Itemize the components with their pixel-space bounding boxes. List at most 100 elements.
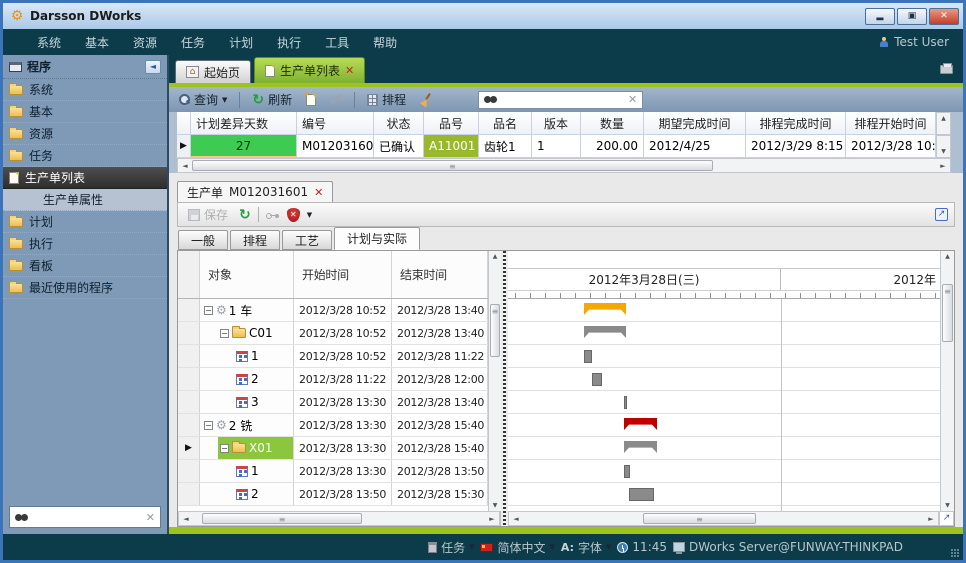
tree-object-cell[interactable]: − ⚙ 1 车: [200, 299, 294, 321]
goto-task-icon[interactable]: ↗: [939, 511, 954, 526]
menu-basic[interactable]: 基本: [73, 34, 121, 51]
sidebar-item-execute[interactable]: 执行: [3, 233, 167, 255]
gantt-horizontal-scrollbar[interactable]: ◄ ≡ ►: [508, 511, 939, 526]
tree-expander-icon[interactable]: −: [220, 329, 229, 338]
tab-general[interactable]: 一般: [178, 230, 228, 250]
sidebar-item-recent-programs[interactable]: 最近使用的程序: [3, 277, 167, 299]
col-status[interactable]: 状态: [374, 112, 424, 135]
toolbar-search-clear-icon[interactable]: ✕: [628, 93, 637, 106]
tree-object-cell[interactable]: − X01: [200, 437, 294, 459]
new-button[interactable]: [302, 93, 320, 107]
gantt-bar-task[interactable]: [624, 396, 627, 409]
tree-object-cell[interactable]: 2: [200, 483, 294, 505]
status-task-menu[interactable]: 任务 ▼: [428, 539, 474, 556]
tree-row[interactable]: 1 2012/3/28 13:30 2012/3/28 13:50: [178, 460, 488, 483]
tree-row[interactable]: 2 2012/3/28 13:50 2012/3/28 15:30: [178, 483, 488, 506]
col-start-time[interactable]: 开始时间: [294, 251, 392, 298]
gantt-bar-task[interactable]: [624, 465, 630, 478]
org-chart-icon[interactable]: [266, 210, 280, 220]
sidebar-item-kanban[interactable]: 看板: [3, 255, 167, 277]
tree-expander-icon[interactable]: −: [220, 444, 229, 453]
menu-plan[interactable]: 计划: [217, 34, 265, 51]
chevron-down-icon[interactable]: ▼: [307, 211, 312, 219]
col-item-name[interactable]: 品名: [479, 112, 532, 135]
order-row[interactable]: ▶ 27 M012031601 已确认 A11001 齿轮1 1 200.00 …: [177, 135, 951, 158]
tab-production-order-list[interactable]: 生产单列表 ✕: [254, 57, 365, 83]
tab-home[interactable]: ⌂ 起始页: [175, 60, 251, 83]
gantt-plot[interactable]: [508, 299, 940, 511]
grid-horizontal-scrollbar[interactable]: ◄ ≡ ►: [177, 158, 951, 173]
open-in-window-icon[interactable]: ↗: [935, 208, 948, 221]
save-button[interactable]: 保存: [184, 205, 232, 224]
tree-row[interactable]: 3 2012/3/28 13:30 2012/3/28 13:40: [178, 391, 488, 414]
detail-tab[interactable]: 生产单 M012031601 ✕: [177, 181, 333, 202]
tab-schedule[interactable]: 排程: [230, 230, 280, 250]
tree-object-cell[interactable]: 1: [200, 460, 294, 482]
edit-button[interactable]: [326, 97, 346, 102]
tree-object-cell[interactable]: 3: [200, 391, 294, 413]
tree-expander-icon[interactable]: −: [204, 306, 213, 315]
sidebar-search-box[interactable]: ✕: [9, 506, 161, 528]
sidebar-item-production-order-list[interactable]: 生产单列表: [3, 167, 167, 189]
sidebar-item-basic[interactable]: 基本: [3, 101, 167, 123]
sidebar-item-resource[interactable]: 资源: [3, 123, 167, 145]
tree-row[interactable]: ▶ − X01 2012/3/28 13:30 2012/3/28 15:40: [178, 437, 488, 460]
current-user[interactable]: Test User: [894, 35, 949, 49]
sidebar-item-system[interactable]: 系统: [3, 79, 167, 101]
sidebar-collapse-button[interactable]: ◄: [145, 60, 161, 74]
col-qty[interactable]: 数量: [581, 112, 644, 135]
menu-task[interactable]: 任务: [169, 34, 217, 51]
tree-object-cell[interactable]: − ⚙ 2 铣: [200, 414, 294, 436]
close-button[interactable]: ✕: [929, 8, 959, 25]
grid-vertical-scrollbar[interactable]: ▲: [936, 112, 951, 135]
clean-button[interactable]: [416, 92, 436, 107]
detail-tab-close-icon[interactable]: ✕: [314, 186, 323, 199]
schedule-button[interactable]: 排程: [363, 90, 410, 109]
tree-object-cell[interactable]: 1: [200, 345, 294, 367]
sidebar-item-production-order-props[interactable]: 生产单属性: [3, 189, 167, 211]
tab-plan-vs-actual[interactable]: 计划与实际: [334, 227, 420, 250]
col-plan-diff[interactable]: 计划差异天数: [191, 112, 297, 135]
tree-row[interactable]: − ⚙ 2 铣 2012/3/28 13:30 2012/3/28 15:40: [178, 414, 488, 437]
tree-object-cell[interactable]: − C01: [200, 322, 294, 344]
status-font-menu[interactable]: A: 字体 ▼: [561, 539, 612, 556]
gantt-bar-task[interactable]: [584, 350, 592, 363]
tree-object-cell[interactable]: 2: [200, 368, 294, 390]
tree-row[interactable]: − ⚙ 1 车 2012/3/28 10:52 2012/3/28 13:40: [178, 299, 488, 322]
tree-expander-icon[interactable]: −: [204, 421, 213, 430]
status-language-menu[interactable]: 简体中文 ▼: [480, 539, 554, 556]
tree-row[interactable]: 1 2012/3/28 10:52 2012/3/28 11:22: [178, 345, 488, 368]
pane-splitter[interactable]: [501, 251, 508, 526]
tree-row[interactable]: 2 2012/3/28 11:22 2012/3/28 12:00: [178, 368, 488, 391]
tree-vertical-scrollbar[interactable]: ▲ ≡ ▼: [488, 251, 501, 511]
col-end-time[interactable]: 结束时间: [392, 251, 488, 298]
tab-close-icon[interactable]: ✕: [345, 64, 354, 77]
menu-tools[interactable]: 工具: [313, 34, 361, 51]
minimize-button[interactable]: ▂: [865, 8, 895, 25]
menu-resource[interactable]: 资源: [121, 34, 169, 51]
gantt-bar-task[interactable]: [629, 488, 654, 501]
sidebar-item-plan[interactable]: 计划: [3, 211, 167, 233]
tree-horizontal-scrollbar[interactable]: ◄ ≡ ►: [178, 511, 500, 526]
col-code[interactable]: 编号: [297, 112, 374, 135]
tree-row[interactable]: − C01 2012/3/28 10:52 2012/3/28 13:40: [178, 322, 488, 345]
col-sched-finish[interactable]: 排程完成时间: [746, 112, 846, 135]
col-expect-finish[interactable]: 期望完成时间: [644, 112, 746, 135]
shield-icon[interactable]: ✕: [287, 208, 300, 222]
col-item-no[interactable]: 品号: [424, 112, 479, 135]
tab-process[interactable]: 工艺: [282, 230, 332, 250]
detail-refresh-icon[interactable]: ↻: [239, 209, 251, 221]
sidebar-search-clear-icon[interactable]: ✕: [146, 511, 155, 524]
resize-grip[interactable]: [951, 549, 959, 557]
col-version[interactable]: 版本: [532, 112, 581, 135]
gantt-bar-task[interactable]: [592, 373, 602, 386]
menu-help[interactable]: 帮助: [361, 34, 409, 51]
toolbar-search-input[interactable]: ✕: [478, 91, 643, 109]
gantt-vertical-scrollbar[interactable]: ▲ ≡ ▼: [940, 251, 954, 511]
sidebar-item-task[interactable]: 任务: [3, 145, 167, 167]
printer-icon[interactable]: [940, 65, 953, 74]
col-sched-start[interactable]: 排程开始时间: [846, 112, 936, 135]
refresh-button[interactable]: ↻ 刷新: [248, 90, 296, 109]
menu-system[interactable]: 系统: [25, 34, 73, 51]
menu-execute[interactable]: 执行: [265, 34, 313, 51]
